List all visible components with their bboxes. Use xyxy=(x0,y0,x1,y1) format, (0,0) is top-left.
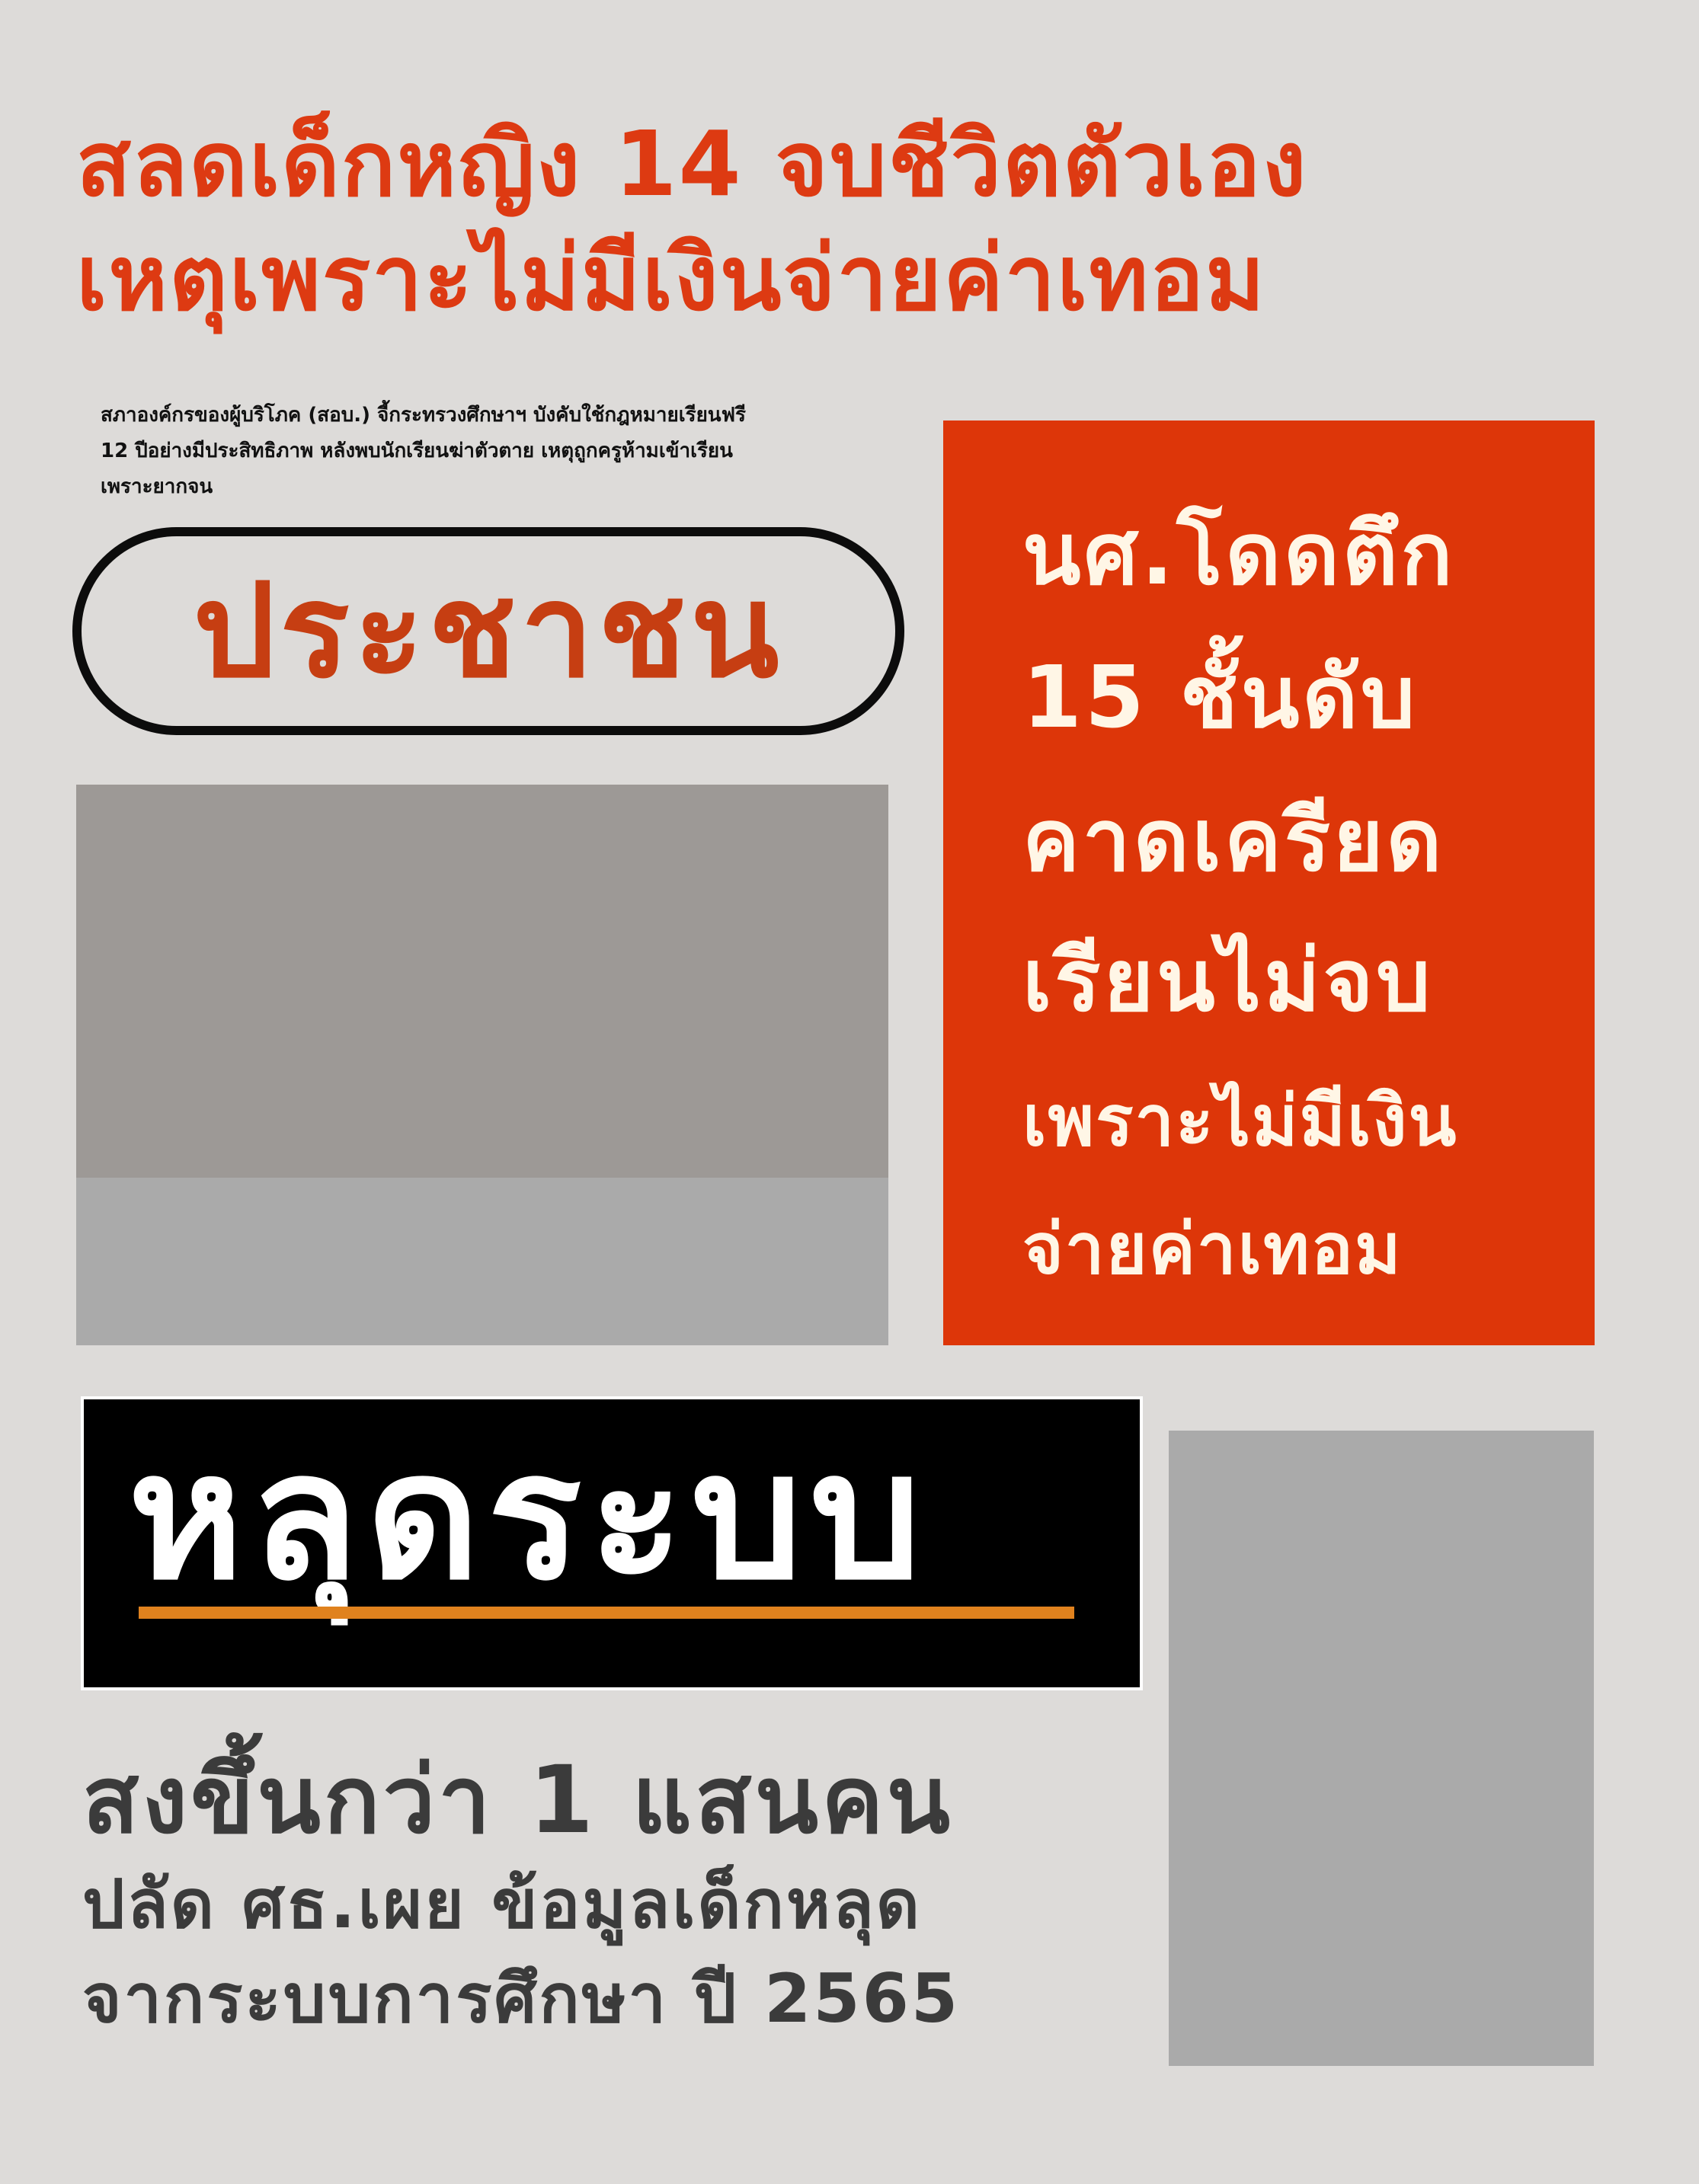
side-story-line-2: 15 ชั้นดับ xyxy=(1022,648,1419,747)
side-story-line-5: เพราะไม่มีเงิน xyxy=(1022,1080,1458,1162)
side-story-line-4: เรียนไม่จบ xyxy=(1022,932,1434,1031)
summary-paragraph: สภาองค์กรของผู้บริโภค (สอบ.) จี้กระทรวงศ… xyxy=(101,398,908,505)
photo-placeholder-top-band xyxy=(76,785,888,1178)
masthead-title: ประชาชน xyxy=(193,555,784,707)
photo-placeholder-top xyxy=(76,785,888,1345)
lower-line-3: จากระบบการศึกษา ปี 2565 xyxy=(82,1959,961,2038)
lower-line-2: ปลัด ศธ.เผย ข้อมูลเด็กหลุด xyxy=(82,1865,922,1943)
lower-headline: สงขึ้นกว่า 1 แสนคน ปลัด ศธ.เผย ข้อมูลเด็… xyxy=(82,1743,960,2046)
section-label-underline xyxy=(139,1607,1074,1619)
headline-line-2: เหตุเพราะไม่มีเงินจ่ายค่าเทอม xyxy=(76,225,1266,331)
side-story-line-6: จ่ายค่าเทอม xyxy=(1022,1208,1403,1290)
lower-line-1: สงขึ้นกว่า 1 แสนคน xyxy=(82,1746,954,1854)
side-story-line-3: คาดเครียด xyxy=(1022,791,1445,891)
summary-line-1: สภาองค์กรของผู้บริโภค (สอบ.) จี้กระทรวงศ… xyxy=(101,404,746,427)
headline-line-1: สลดเด็กหญิง 14 จบชีวิตตัวเอง xyxy=(76,111,1308,216)
side-story-line-1: นศ.โดดตึก xyxy=(1022,505,1456,604)
side-story-box: นศ.โดดตึก 15 ชั้นดับ คาดเครียด เรียนไม่จ… xyxy=(943,420,1595,1345)
summary-line-3: เพราะยากจน xyxy=(101,475,213,498)
photo-placeholder-right xyxy=(1169,1431,1594,2066)
masthead-logo: ประชาชน xyxy=(72,527,904,735)
summary-line-2: 12 ปีอย่างมีประสิทธิภาพ หลังพบนักเรียนฆ่… xyxy=(101,440,733,462)
section-label-title: หลุดระบบ xyxy=(128,1415,929,1619)
section-label-box: หลุดระบบ xyxy=(84,1399,1140,1687)
main-headline: สลดเด็กหญิง 14 จบชีวิตตัวเอง เหตุเพราะไม… xyxy=(76,107,1646,335)
